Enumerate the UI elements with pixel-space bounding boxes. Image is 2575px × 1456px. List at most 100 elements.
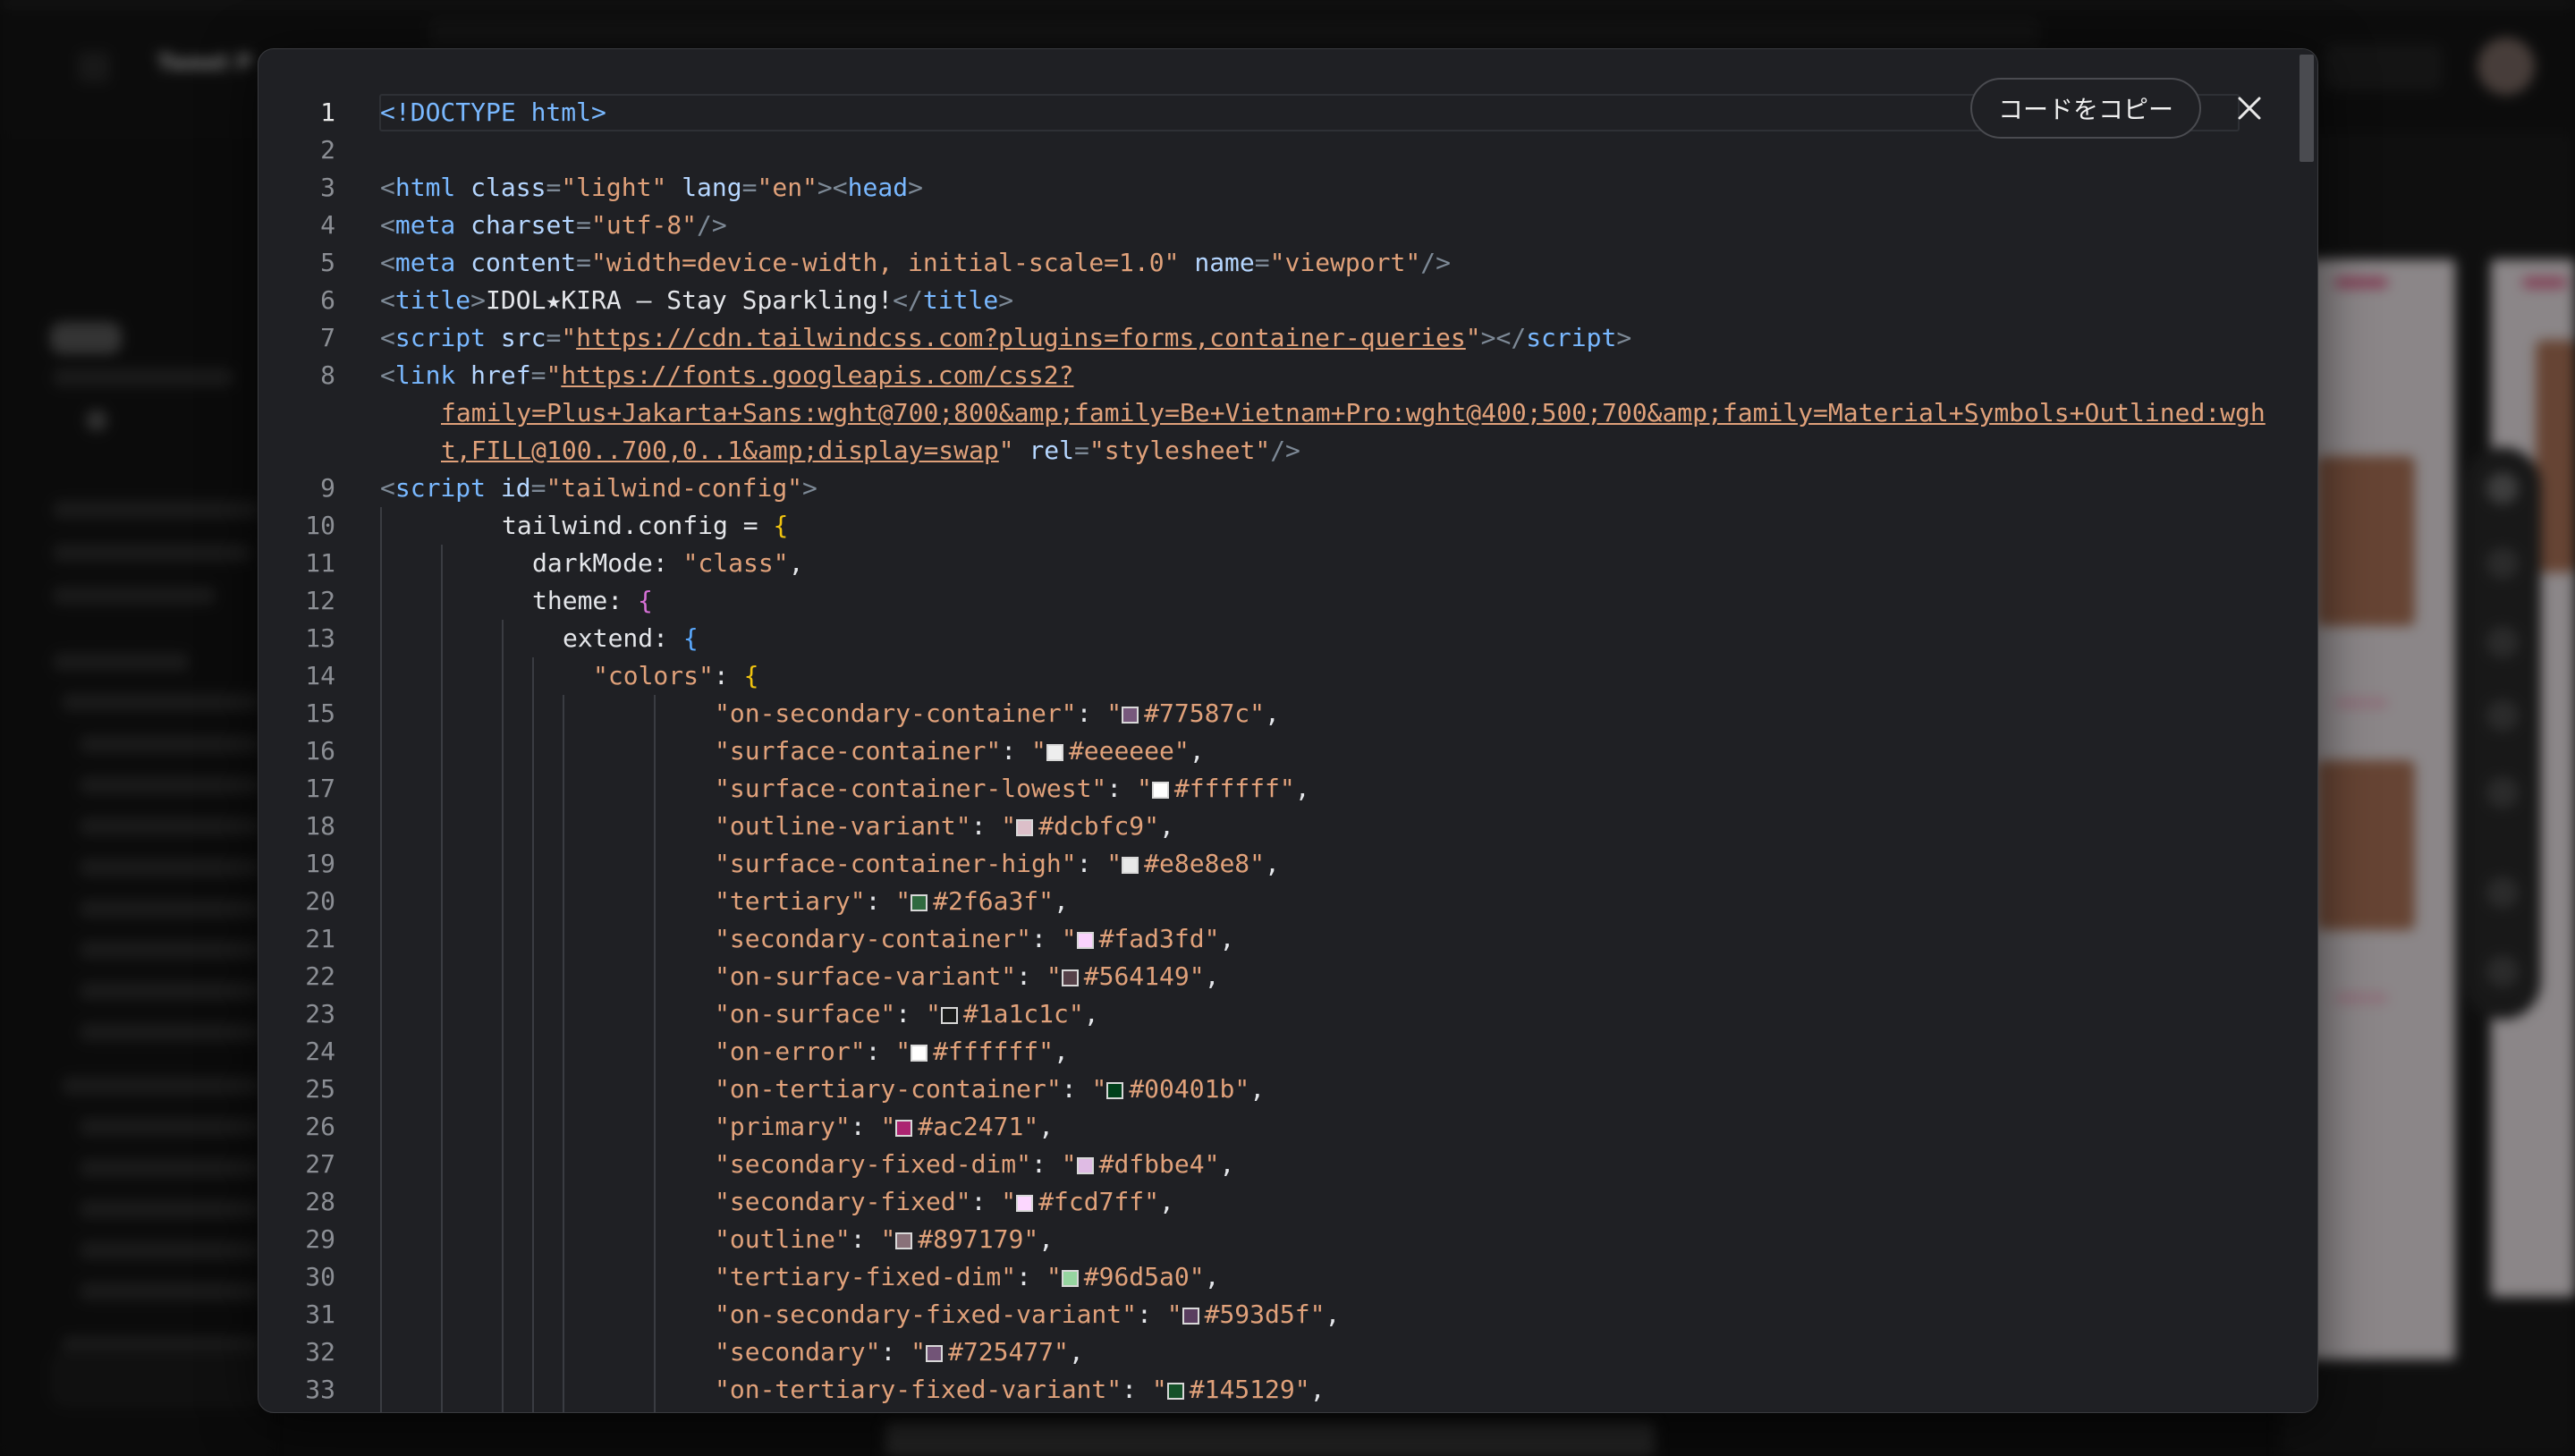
code-punctuation: , <box>1265 849 1280 878</box>
code-line: 14 "colors": { <box>258 657 2289 695</box>
code-token: > <box>908 173 923 202</box>
code-punctuation: " <box>1137 774 1152 803</box>
scrollbar[interactable] <box>2296 49 2317 1412</box>
code-line: 10 tailwind.config = { <box>258 507 2289 545</box>
code-punctuation: : <box>1031 924 1062 953</box>
code-punctuation: : <box>880 1337 911 1367</box>
code-text: "secondary-container": " #fad3fd", <box>715 920 1234 958</box>
line-number: 12 <box>305 586 335 615</box>
color-swatch <box>911 894 928 911</box>
line-number: 9 <box>320 473 335 503</box>
code-punctuation: " <box>1151 1375 1167 1404</box>
code-text: family=Plus+Jakarta+Sans:wght@700;800&am… <box>441 394 2266 432</box>
color-swatch <box>1076 1157 1094 1174</box>
line-number: 29 <box>305 1224 335 1254</box>
code-token: " <box>1465 323 1481 352</box>
code-text: "on-secondary-fixed-variant": " #593d5f", <box>715 1296 1340 1333</box>
code-token: = <box>546 323 562 352</box>
code-punctuation: " <box>1234 1074 1250 1104</box>
color-value: #eeeeee <box>1068 736 1174 766</box>
code-link[interactable]: t,FILL@100..700,0..1&amp;display=swap <box>441 436 999 465</box>
code-link[interactable]: https://fonts.googleapis.com/css2? <box>561 360 1073 390</box>
color-value: #145129 <box>1189 1375 1295 1404</box>
code-punctuation: , <box>1309 1375 1326 1404</box>
code-punctuation: , <box>1189 736 1205 766</box>
code-line: 3 <html class="light" lang="en"><head> <box>258 169 2289 207</box>
line-number: 31 <box>305 1299 335 1329</box>
code-text: "surface-container-lowest": " #ffffff", <box>715 770 1310 808</box>
code-token: meta <box>394 210 456 240</box>
copy-code-button[interactable]: コードをコピー <box>1970 78 2201 139</box>
color-swatch <box>895 1232 913 1249</box>
color-swatch <box>1016 1195 1034 1212</box>
color-key: "on-tertiary-container" <box>715 1074 1062 1104</box>
scrollbar-thumb[interactable] <box>2300 55 2314 162</box>
line-number: 30 <box>305 1262 335 1291</box>
code-view[interactable]: 1 <!DOCTYPE html> 2 3 <html class="light" la… <box>258 49 2298 1412</box>
code-token: { <box>682 623 699 653</box>
code-punctuation: : <box>850 1112 881 1141</box>
code-punctuation: " <box>1144 811 1160 841</box>
color-swatch <box>1061 969 1079 986</box>
code-punctuation: : <box>1122 1375 1152 1404</box>
color-swatch <box>1061 1270 1079 1287</box>
code-token: { <box>638 586 653 615</box>
code-token: = <box>576 210 592 240</box>
color-swatch <box>940 1007 958 1024</box>
code-punctuation: , <box>1068 1337 1084 1367</box>
color-value: #1a1c1c <box>962 999 1069 1029</box>
code-punctuation: , <box>1249 1074 1266 1104</box>
code-token: { <box>743 661 759 690</box>
code-text: <!DOCTYPE html> <box>380 94 606 131</box>
color-value: #dcbfc9 <box>1038 811 1145 841</box>
code-token: "stylesheet" <box>1088 436 1271 465</box>
code-line: t,FILL@100..700,0..1&amp;display=swap" r… <box>258 432 2289 470</box>
code-link[interactable]: https://cdn.tailwindcss.com?plugins=form… <box>576 323 1466 352</box>
color-key: "surface-container" <box>715 736 1002 766</box>
code-punctuation: " <box>1023 1224 1039 1254</box>
code-text: <script id="tailwind-config"> <box>380 470 817 507</box>
line-number: 2 <box>320 135 335 165</box>
code-punctuation: " <box>1038 1037 1055 1066</box>
color-key: "secondary-fixed-dim" <box>715 1149 1032 1179</box>
color-swatch <box>1151 782 1169 799</box>
code-punctuation: : <box>1076 698 1107 728</box>
code-punctuation: " <box>1061 924 1077 953</box>
code-punctuation: : <box>1031 1149 1062 1179</box>
code-punctuation: " <box>895 1037 911 1066</box>
code-punctuation: : <box>1001 736 1032 766</box>
code-text: t,FILL@100..700,0..1&amp;display=swap" r… <box>441 432 1300 470</box>
code-token: "width=device-width, initial-scale=1.0" <box>591 248 1180 277</box>
code-link[interactable]: family=Plus+Jakarta+Sans:wght@700;800&am… <box>441 398 2266 427</box>
code-punctuation: " <box>1061 1149 1077 1179</box>
code-token: title <box>922 285 999 315</box>
code-text: theme: { <box>532 582 653 620</box>
code-token: /> <box>1420 248 1451 277</box>
line-number: 22 <box>305 961 335 991</box>
line-number: 33 <box>305 1375 335 1404</box>
code-token: script <box>1526 323 1617 352</box>
color-value: #ffffff <box>1173 774 1280 803</box>
code-punctuation: " <box>895 886 911 916</box>
code-punctuation: " <box>1294 1375 1310 1404</box>
code-text: "tertiary-fixed-dim": " #96d5a0", <box>715 1258 1219 1296</box>
code-punctuation: " <box>1068 999 1084 1029</box>
code-text: "secondary": " #725477", <box>715 1333 1084 1371</box>
color-key: "on-error" <box>715 1037 866 1066</box>
code-token: darkMode: <box>532 548 683 578</box>
line-number: 8 <box>320 360 335 390</box>
code-token: src <box>500 323 546 352</box>
close-button[interactable] <box>2230 89 2269 128</box>
color-swatch <box>895 1120 913 1137</box>
code-text: "secondary-fixed-dim": " #dfbbe4", <box>715 1146 1234 1183</box>
indent-guide <box>380 507 382 1412</box>
code-token: < <box>380 473 395 503</box>
code-punctuation: , <box>1204 961 1220 991</box>
close-icon <box>2238 97 2261 120</box>
color-value: #593d5f <box>1204 1299 1310 1329</box>
line-number: 28 <box>305 1187 335 1216</box>
line-number: 24 <box>305 1037 335 1066</box>
code-token: < <box>380 285 395 315</box>
